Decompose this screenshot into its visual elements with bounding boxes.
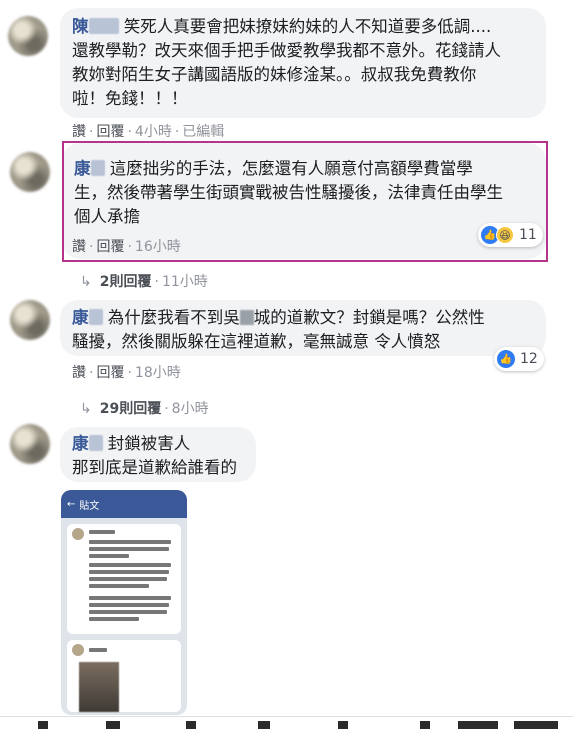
comment-text: 教妳對陌生女子講國語版的妹修淦某。。叔叔我免費教你 <box>72 65 477 84</box>
view-replies[interactable]: ↳ 29則回覆 · 8小時 <box>80 398 209 418</box>
embedded-text-line <box>89 610 167 614</box>
highlight-box <box>62 141 548 262</box>
embedded-post-card <box>67 524 181 634</box>
embedded-photo <box>79 662 119 712</box>
replies-count-link[interactable]: 2則回覆 <box>100 274 152 290</box>
embedded-header-title: 貼文 <box>79 500 100 512</box>
avatar[interactable] <box>10 152 50 192</box>
comment-text: 騷擾，然後關版躲在這裡道歉，毫無誠意 令人憤怒 <box>72 332 441 351</box>
comment-text: 那到底是道歉給誰看的 <box>72 458 237 477</box>
comment-time[interactable]: 18小時 <box>135 365 181 381</box>
comment-author[interactable]: 康 <box>72 434 89 453</box>
strip-text-fragment <box>106 721 120 729</box>
replies-time: 11小時 <box>161 274 208 290</box>
embedded-header: ← 貼文 <box>61 490 187 518</box>
reply-arrow-icon: ↳ <box>80 274 92 290</box>
strip-text-fragment <box>514 721 558 729</box>
embedded-avatar <box>72 528 84 540</box>
embedded-text-line <box>89 577 167 581</box>
replies-count-link[interactable]: 29則回覆 <box>100 401 161 417</box>
like-link[interactable]: 讚 <box>72 365 86 381</box>
redacted-name <box>88 18 119 34</box>
strip-text-fragment <box>186 721 196 729</box>
redacted-name <box>88 435 103 451</box>
view-replies[interactable]: ↳ 2則回覆 · 11小時 <box>80 271 208 291</box>
embedded-text-line <box>89 617 139 621</box>
avatar[interactable] <box>10 300 50 340</box>
comment-text: 啦！免錢！！！ <box>72 89 188 108</box>
embedded-text-line <box>89 554 129 558</box>
comment-text: 封鎖被害人 <box>107 434 191 453</box>
comment-time[interactable]: 4小時 <box>135 124 172 140</box>
embedded-text-line <box>89 563 171 567</box>
redacted-text <box>239 310 254 325</box>
replies-time: 8小時 <box>171 401 209 417</box>
edited-label[interactable]: 已編輯 <box>182 124 224 140</box>
strip-text-fragment <box>258 721 270 729</box>
embedded-text-line <box>89 584 149 588</box>
comment-actions: 讚 · 回覆 · 18小時 <box>72 365 181 381</box>
embedded-text-line <box>89 648 107 652</box>
embedded-avatar <box>72 644 84 656</box>
strip-text-fragment <box>38 721 48 729</box>
comment-text: 還教學勒？改天來個手把手做愛教學我都不意外。花錢請人 <box>72 41 501 60</box>
reply-link[interactable]: 回覆 <box>96 365 124 381</box>
embedded-text-line <box>89 570 169 574</box>
comment-author[interactable]: 陳 <box>72 17 89 36</box>
comment-text: 城的道歉文？封鎖是嗎？公然性 <box>253 308 485 327</box>
reply-link[interactable]: 回覆 <box>96 124 124 140</box>
reply-arrow-icon: ↳ <box>80 401 92 417</box>
attached-screenshot[interactable]: ← 貼文 <box>61 490 187 715</box>
comment-bubble: 康 封鎖被害人 那到底是道歉給誰看的 <box>60 427 256 482</box>
avatar[interactable] <box>8 16 48 56</box>
comment-actions: 讚 · 回覆 · 4小時 · 已編輯 <box>72 124 225 140</box>
embedded-text-line <box>89 547 169 551</box>
comment-text: 笑死人真要會把妹撩妹約妹的人不知道要多低調.... <box>123 17 492 36</box>
next-content-strip <box>0 716 573 729</box>
embedded-text-line <box>89 603 169 607</box>
strip-text-fragment <box>338 721 348 729</box>
embedded-text-line <box>89 530 115 534</box>
back-arrow-icon: ← <box>67 498 76 510</box>
comment-text: 為什麼我看不到吳 <box>107 308 240 327</box>
comment-bubble: 康 為什麼我看不到吳 城的道歉文？封鎖是嗎？公然性 騷擾，然後關版躲在這裡道歉，毫… <box>60 300 546 356</box>
redacted-name <box>88 309 103 325</box>
thumbs-up-icon: 👍 <box>497 350 515 368</box>
strip-text-fragment <box>420 721 430 729</box>
reaction-summary[interactable]: 👍 12 <box>494 347 544 371</box>
embedded-text-line <box>89 540 171 544</box>
comment-bubble: 陳 笑死人真要會把妹撩妹約妹的人不知道要多低調.... 還教學勒？改天來個手把手… <box>60 8 546 118</box>
embedded-text-line <box>89 596 171 600</box>
comment-author[interactable]: 康 <box>72 308 89 327</box>
avatar[interactable] <box>10 424 50 464</box>
reaction-count: 12 <box>520 351 538 367</box>
strip-text-fragment <box>458 721 498 729</box>
like-link[interactable]: 讚 <box>72 124 86 140</box>
